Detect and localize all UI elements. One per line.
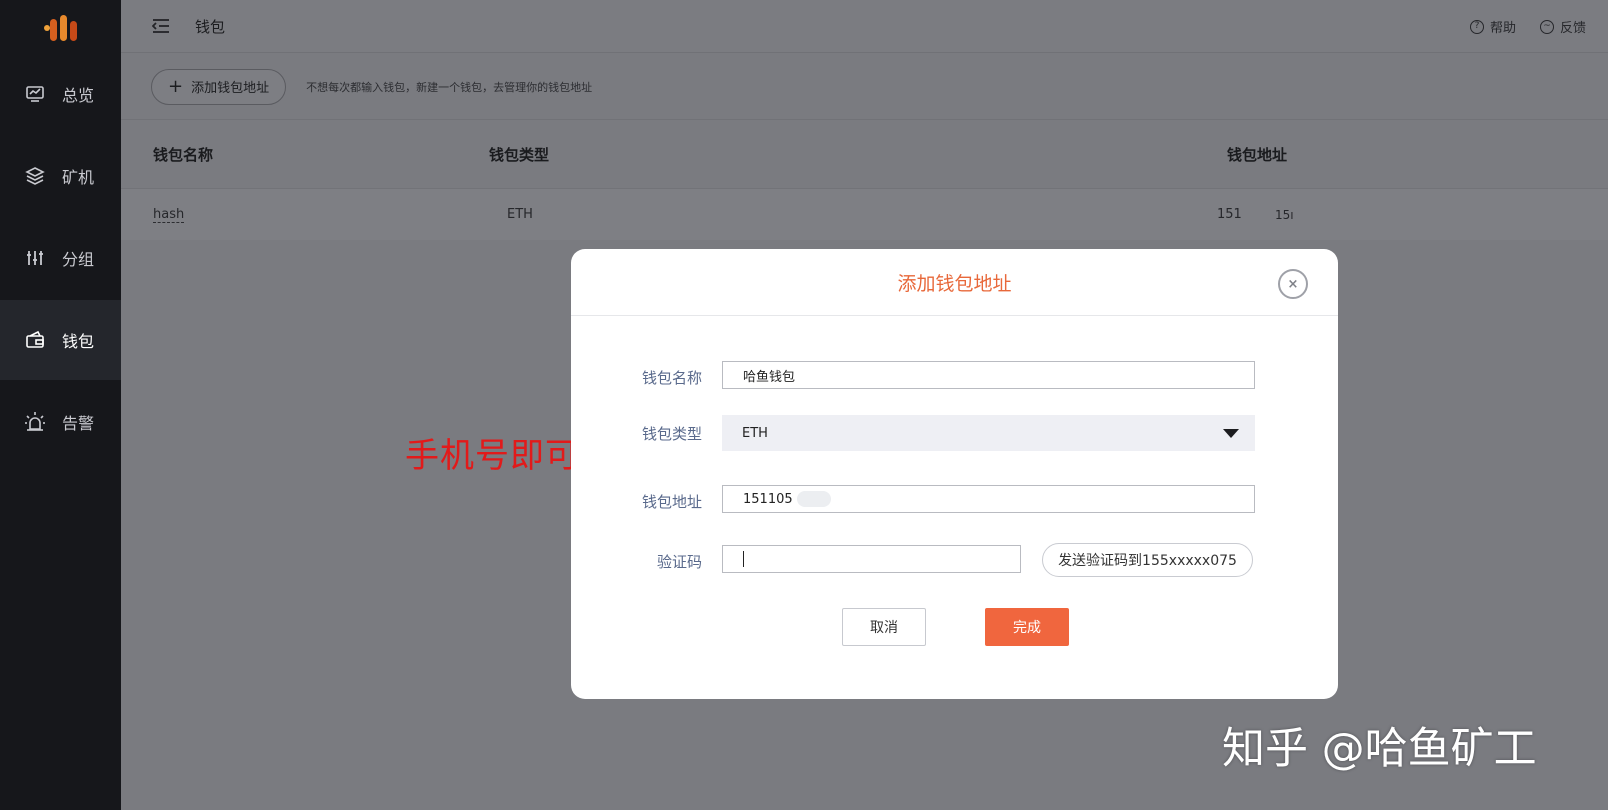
add-wallet-dialog: 添加钱包地址 × 钱包名称 哈鱼钱包 钱包类型 ETH 钱包地址 151105 … [571, 249, 1338, 699]
wallet-address-label: 钱包地址 [641, 493, 702, 511]
toolbar: + 添加钱包地址 不想每次都输入钱包，新建一个钱包，去管理你的钱包地址 [121, 54, 1608, 120]
wallet-address-cell: 151 [1217, 207, 1242, 222]
logo-mark-icon [43, 13, 78, 41]
wallet-name-row: 钱包名称 哈鱼钱包 [571, 361, 1338, 393]
wallet-name-input[interactable]: 哈鱼钱包 [722, 361, 1255, 389]
annotation-text: 手机号即可 [405, 436, 580, 476]
sidebar-item-overview[interactable]: 总览 [0, 54, 121, 134]
caret-down-icon [1223, 429, 1239, 438]
wallet-type-row: 钱包类型 ETH [571, 415, 1338, 453]
help-link[interactable]: ? 帮助 [1469, 17, 1516, 36]
verification-code-input[interactable] [722, 545, 1021, 573]
verification-code-label: 验证码 [656, 553, 702, 571]
wallet-table: 钱包名称 钱包类型 钱包地址 hash ETH 151 15ı [121, 120, 1608, 240]
sidebar-item-wallet[interactable]: 钱包 [0, 300, 121, 380]
toolbar-hint: 不想每次都输入钱包，新建一个钱包，去管理你的钱包地址 [306, 80, 593, 94]
verification-code-row: 验证码 发送验证码到155xxxxx075 [571, 543, 1338, 577]
layers-icon [24, 165, 46, 187]
page-title: 钱包 [195, 17, 226, 36]
table-header: 钱包名称 钱包类型 钱包地址 [121, 120, 1608, 188]
wallet-name-cell[interactable]: hash [153, 207, 185, 223]
add-wallet-label: 添加钱包地址 [191, 81, 270, 96]
menu-collapse-icon[interactable] [149, 16, 173, 36]
sidebar-item-label: 钱包 [62, 332, 95, 351]
wallet-type-select[interactable]: ETH [722, 415, 1255, 451]
watermark: 知乎 @哈鱼矿工 [1222, 724, 1537, 774]
sidebar-item-alerts[interactable]: 告警 [0, 382, 121, 462]
send-code-button[interactable]: 发送验证码到155xxxxx075 [1042, 543, 1253, 577]
alarm-icon [24, 411, 46, 433]
sidebar-item-miners[interactable]: 矿机 [0, 136, 121, 216]
chat-icon: ~ [1539, 19, 1554, 34]
column-header: 钱包地址 [1227, 145, 1288, 164]
wallet-type-label: 钱包类型 [641, 425, 702, 443]
wallet-name-label: 钱包名称 [641, 369, 702, 387]
wallet-address-value: 151105 [743, 491, 793, 507]
dialog-header: 添加钱包地址 × [571, 249, 1338, 316]
close-icon[interactable]: × [1278, 269, 1308, 299]
top-header: 钱包 ? 帮助 ~ 反馈 [121, 0, 1608, 53]
wallet-type-value: ETH [742, 425, 768, 441]
dialog-title: 添加钱包地址 [897, 272, 1012, 295]
cancel-button[interactable]: 取消 [842, 608, 926, 646]
column-header: 钱包类型 [489, 145, 550, 164]
feedback-label: 反馈 [1559, 21, 1586, 36]
wallet-type-cell: ETH [507, 207, 533, 222]
sidebar-item-groups[interactable]: 分组 [0, 218, 121, 298]
wallet-extra-cell: 15ı [1275, 207, 1294, 222]
sidebar-item-label: 告警 [62, 414, 95, 433]
help-label: 帮助 [1489, 21, 1516, 36]
wallet-address-input[interactable]: 151105 [722, 485, 1255, 513]
sidebar-item-label: 分组 [62, 250, 95, 269]
question-icon: ? [1469, 19, 1484, 34]
sidebar-item-label: 总览 [62, 86, 95, 105]
table-row[interactable]: hash ETH 151 15ı [121, 188, 1608, 240]
column-header: 钱包名称 [153, 145, 214, 164]
monitor-chart-icon [24, 83, 46, 105]
plus-icon: + [168, 75, 184, 97]
redacted-blur [796, 491, 831, 507]
app-logo[interactable] [0, 0, 121, 54]
sliders-icon [24, 247, 46, 269]
feedback-link[interactable]: ~ 反馈 [1539, 17, 1586, 36]
wallet-icon [24, 329, 46, 351]
wallet-address-row: 钱包地址 151105 [571, 485, 1338, 517]
add-wallet-button[interactable]: + 添加钱包地址 [151, 68, 287, 105]
text-cursor [743, 551, 744, 567]
sidebar-item-label: 矿机 [62, 168, 95, 187]
done-button[interactable]: 完成 [985, 608, 1069, 646]
sidebar: 总览 矿机 分组 钱包 告警 [0, 0, 121, 810]
